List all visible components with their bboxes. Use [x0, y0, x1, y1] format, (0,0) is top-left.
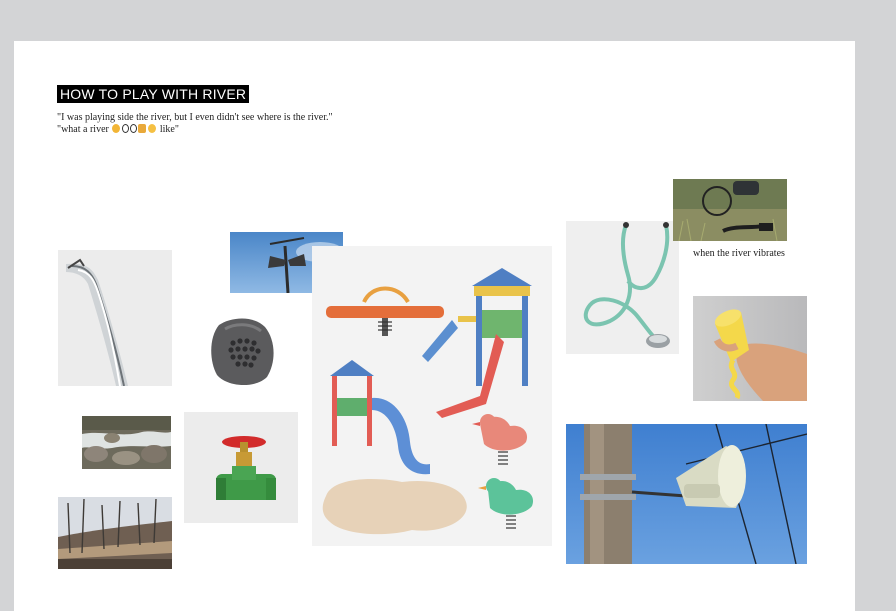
nose-emoji-icon	[138, 124, 147, 133]
quote-line-1: "I was playing side the river, but I eve…	[57, 112, 333, 123]
rock-speaker-image	[207, 315, 279, 389]
water-stream-image	[58, 250, 172, 386]
ear-emoji-icon	[112, 124, 121, 133]
moodboard-page: HOW TO PLAY WITH RIVER "I was playing si…	[14, 41, 855, 611]
riverside-trees-image	[58, 497, 172, 569]
eyes-emoji-icon	[122, 124, 136, 133]
hand-cone-image	[693, 296, 807, 401]
page-title: HOW TO PLAY WITH RIVER	[57, 85, 250, 103]
water-valve-image	[184, 412, 298, 523]
stethoscope-image	[566, 221, 679, 354]
quote-line-2: "what a river like"	[57, 124, 179, 135]
playground-illustration-image	[312, 246, 552, 546]
river-rocks-image	[82, 416, 171, 469]
megaphone-pole-image	[566, 424, 807, 564]
waving-hand-emoji-icon	[148, 124, 157, 133]
quote-line-2-suffix: like"	[157, 124, 179, 135]
grass-bicycle-image	[673, 179, 787, 241]
quote-line-2-prefix: "what a river	[57, 124, 109, 135]
caption-river-vibrates: when the river vibrates	[693, 248, 785, 259]
